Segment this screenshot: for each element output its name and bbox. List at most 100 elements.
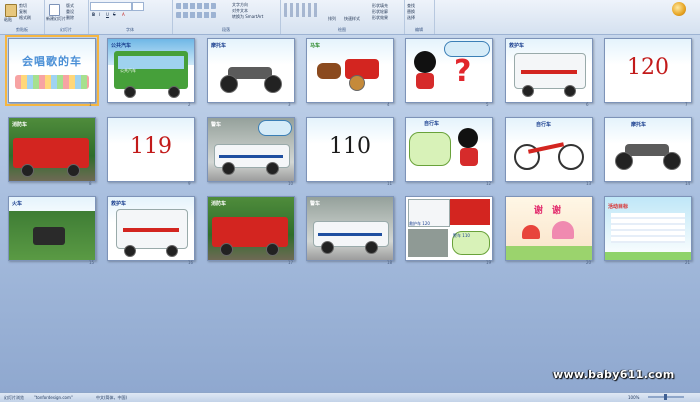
clipboard-group: 粘贴 剪切 复制 格式刷 剪贴板 — [0, 0, 45, 34]
text-lines — [611, 213, 685, 243]
mushroom-house-image — [522, 225, 540, 239]
bold-button[interactable]: B — [92, 12, 95, 17]
slide-number: 13 — [586, 181, 592, 186]
emergency-number: 110 — [329, 134, 371, 159]
train-image — [33, 227, 65, 245]
slide-label: 活动目标 — [608, 204, 629, 210]
smartart-button[interactable]: 转换为 SmartArt — [232, 14, 263, 20]
italic-button[interactable]: I — [99, 12, 100, 17]
drawing-group-label: 绘图 — [338, 27, 346, 32]
editing-group: 查找 替换 选择 编辑 — [404, 0, 435, 34]
slide-thumbnail-12[interactable]: 自行车 — [405, 117, 493, 182]
office-help-icon[interactable] — [672, 2, 686, 16]
emergency-number: 120 — [627, 55, 669, 80]
firetruck-image — [450, 199, 490, 225]
slide-thumbnail-16[interactable]: 救护车 — [107, 196, 195, 261]
slide-label: 警车 — [211, 122, 222, 128]
slide-number: 17 — [288, 260, 294, 265]
slide-label: 马车 — [310, 43, 321, 49]
question-mark-icon: ? — [454, 54, 472, 89]
clipboard-group-label: 剪贴板 — [16, 27, 28, 32]
format-painter-button[interactable]: 格式刷 — [19, 15, 31, 21]
slide-thumbnail-20[interactable]: 谢 谢 — [505, 196, 593, 261]
slide-number: 4 — [387, 102, 390, 107]
slide-thumbnail-5[interactable]: ? — [405, 38, 493, 103]
slides-group-label: 幻灯片 — [60, 27, 72, 32]
slide-label: 警车 — [310, 201, 321, 207]
slide-label: 摩托车 — [211, 43, 227, 49]
slide-thumbnail-1[interactable]: 会唱歌的车 — [5, 35, 99, 106]
slide-number: 18 — [387, 260, 393, 265]
slide-thumbnail-7[interactable]: 120 — [604, 38, 692, 103]
list-icons[interactable] — [176, 3, 216, 9]
shapes-gallery-icon[interactable] — [284, 3, 320, 17]
slide-title: 会唱歌的车 — [22, 55, 82, 68]
shape-effects-button[interactable]: 形状效果 — [372, 15, 388, 21]
slide-thumbnail-21[interactable]: 活动目标 — [604, 196, 692, 261]
slide-thumbnail-13[interactable]: 自行车 — [505, 117, 593, 182]
slide-number: 21 — [685, 260, 691, 265]
paste-button[interactable]: 粘贴 — [4, 17, 12, 23]
speech-bubble — [409, 132, 451, 166]
slide-thumbnail-19[interactable]: 救护车 120 警车 110 — [405, 196, 493, 261]
select-button[interactable]: 选择 — [407, 15, 415, 21]
slide-number: 20 — [586, 260, 592, 265]
delete-button[interactable]: 删除 — [66, 15, 74, 21]
slide-thumbnail-10[interactable]: 警车 — [207, 117, 295, 182]
slide-sorter-pane[interactable]: 会唱歌的车 1 公共汽车 公共汽车 2 摩托车 3 马车 4 ? 5 救护车 6… — [0, 35, 700, 392]
slide-number: 1 — [89, 102, 92, 107]
zoom-slider[interactable] — [648, 394, 684, 400]
slide-thumbnail-17[interactable]: 消防车 — [207, 196, 295, 261]
editing-group-label: 编辑 — [415, 27, 423, 32]
paste-icon[interactable] — [5, 4, 17, 17]
arrange-button[interactable]: 排列 — [328, 16, 336, 22]
zoom-level[interactable]: 100% — [628, 395, 639, 400]
speech-bubble — [258, 120, 292, 136]
paragraph-group-label: 段落 — [222, 27, 230, 32]
slide-thumbnail-6[interactable]: 救护车 — [505, 38, 593, 103]
slide-caption: 公共汽车 — [120, 68, 136, 73]
ribbon: 粘贴 剪切 复制 格式刷 剪贴板 新建幻灯片 版式 重设 删除 幻灯片 B I … — [0, 0, 700, 35]
slide-label: 自行车 — [536, 122, 552, 128]
watermark: www.baby611.com — [553, 368, 675, 381]
slide-thumbnail-14[interactable]: 摩托车 — [604, 117, 692, 182]
font-group: B I U S A 字体 — [88, 0, 173, 34]
slide-thumbnail-9[interactable]: 119 — [107, 117, 195, 182]
slide-number: 12 — [486, 181, 492, 186]
font-color-button[interactable]: A — [122, 12, 125, 17]
slide-number: 19 — [486, 260, 492, 265]
slide-thumbnail-4[interactable]: 马车 — [306, 38, 394, 103]
slide-label: 救护车 120 — [409, 221, 430, 226]
slide-number: 8 — [89, 181, 92, 186]
font-name-input[interactable] — [90, 2, 132, 11]
horse-image — [317, 63, 341, 79]
slide-label: 公共汽车 — [111, 43, 132, 49]
font-size-input[interactable] — [132, 2, 144, 11]
slide-thumbnail-11[interactable]: 110 — [306, 117, 394, 182]
zoom-slider-handle[interactable] — [664, 394, 667, 400]
slide-label: 火车 — [12, 201, 23, 207]
slide-thumbnail-15[interactable]: 火车 — [8, 196, 96, 261]
slide-number: 11 — [387, 181, 393, 186]
new-slide-button[interactable]: 新建幻灯片 — [46, 16, 66, 22]
slide-thumbnail-8[interactable]: 消防车 — [8, 117, 96, 182]
slide-number: 6 — [586, 102, 589, 107]
font-group-label: 字体 — [126, 27, 134, 32]
thanks-text: 谢 谢 — [533, 206, 565, 216]
slide-thumbnail-3[interactable]: 摩托车 — [207, 38, 295, 103]
ambulance-image — [116, 209, 188, 249]
align-icons[interactable] — [176, 12, 216, 18]
slide-number: 5 — [486, 102, 489, 107]
new-slide-icon[interactable] — [49, 4, 60, 16]
slide-number: 3 — [288, 102, 291, 107]
slide-thumbnail-18[interactable]: 警车 — [306, 196, 394, 261]
mickey-image — [458, 128, 478, 148]
language-indicator[interactable]: 中文(简体，中国) — [96, 395, 127, 401]
view-mode-label: 幻灯片浏览 — [4, 395, 24, 400]
children-illustration — [15, 75, 89, 89]
strikethrough-button[interactable]: S — [113, 12, 116, 17]
police-car-image — [408, 229, 448, 257]
underline-button[interactable]: U — [106, 12, 109, 17]
theme-name: "tonfordesign.com" — [34, 395, 73, 400]
quick-styles-button[interactable]: 快速样式 — [344, 16, 360, 22]
